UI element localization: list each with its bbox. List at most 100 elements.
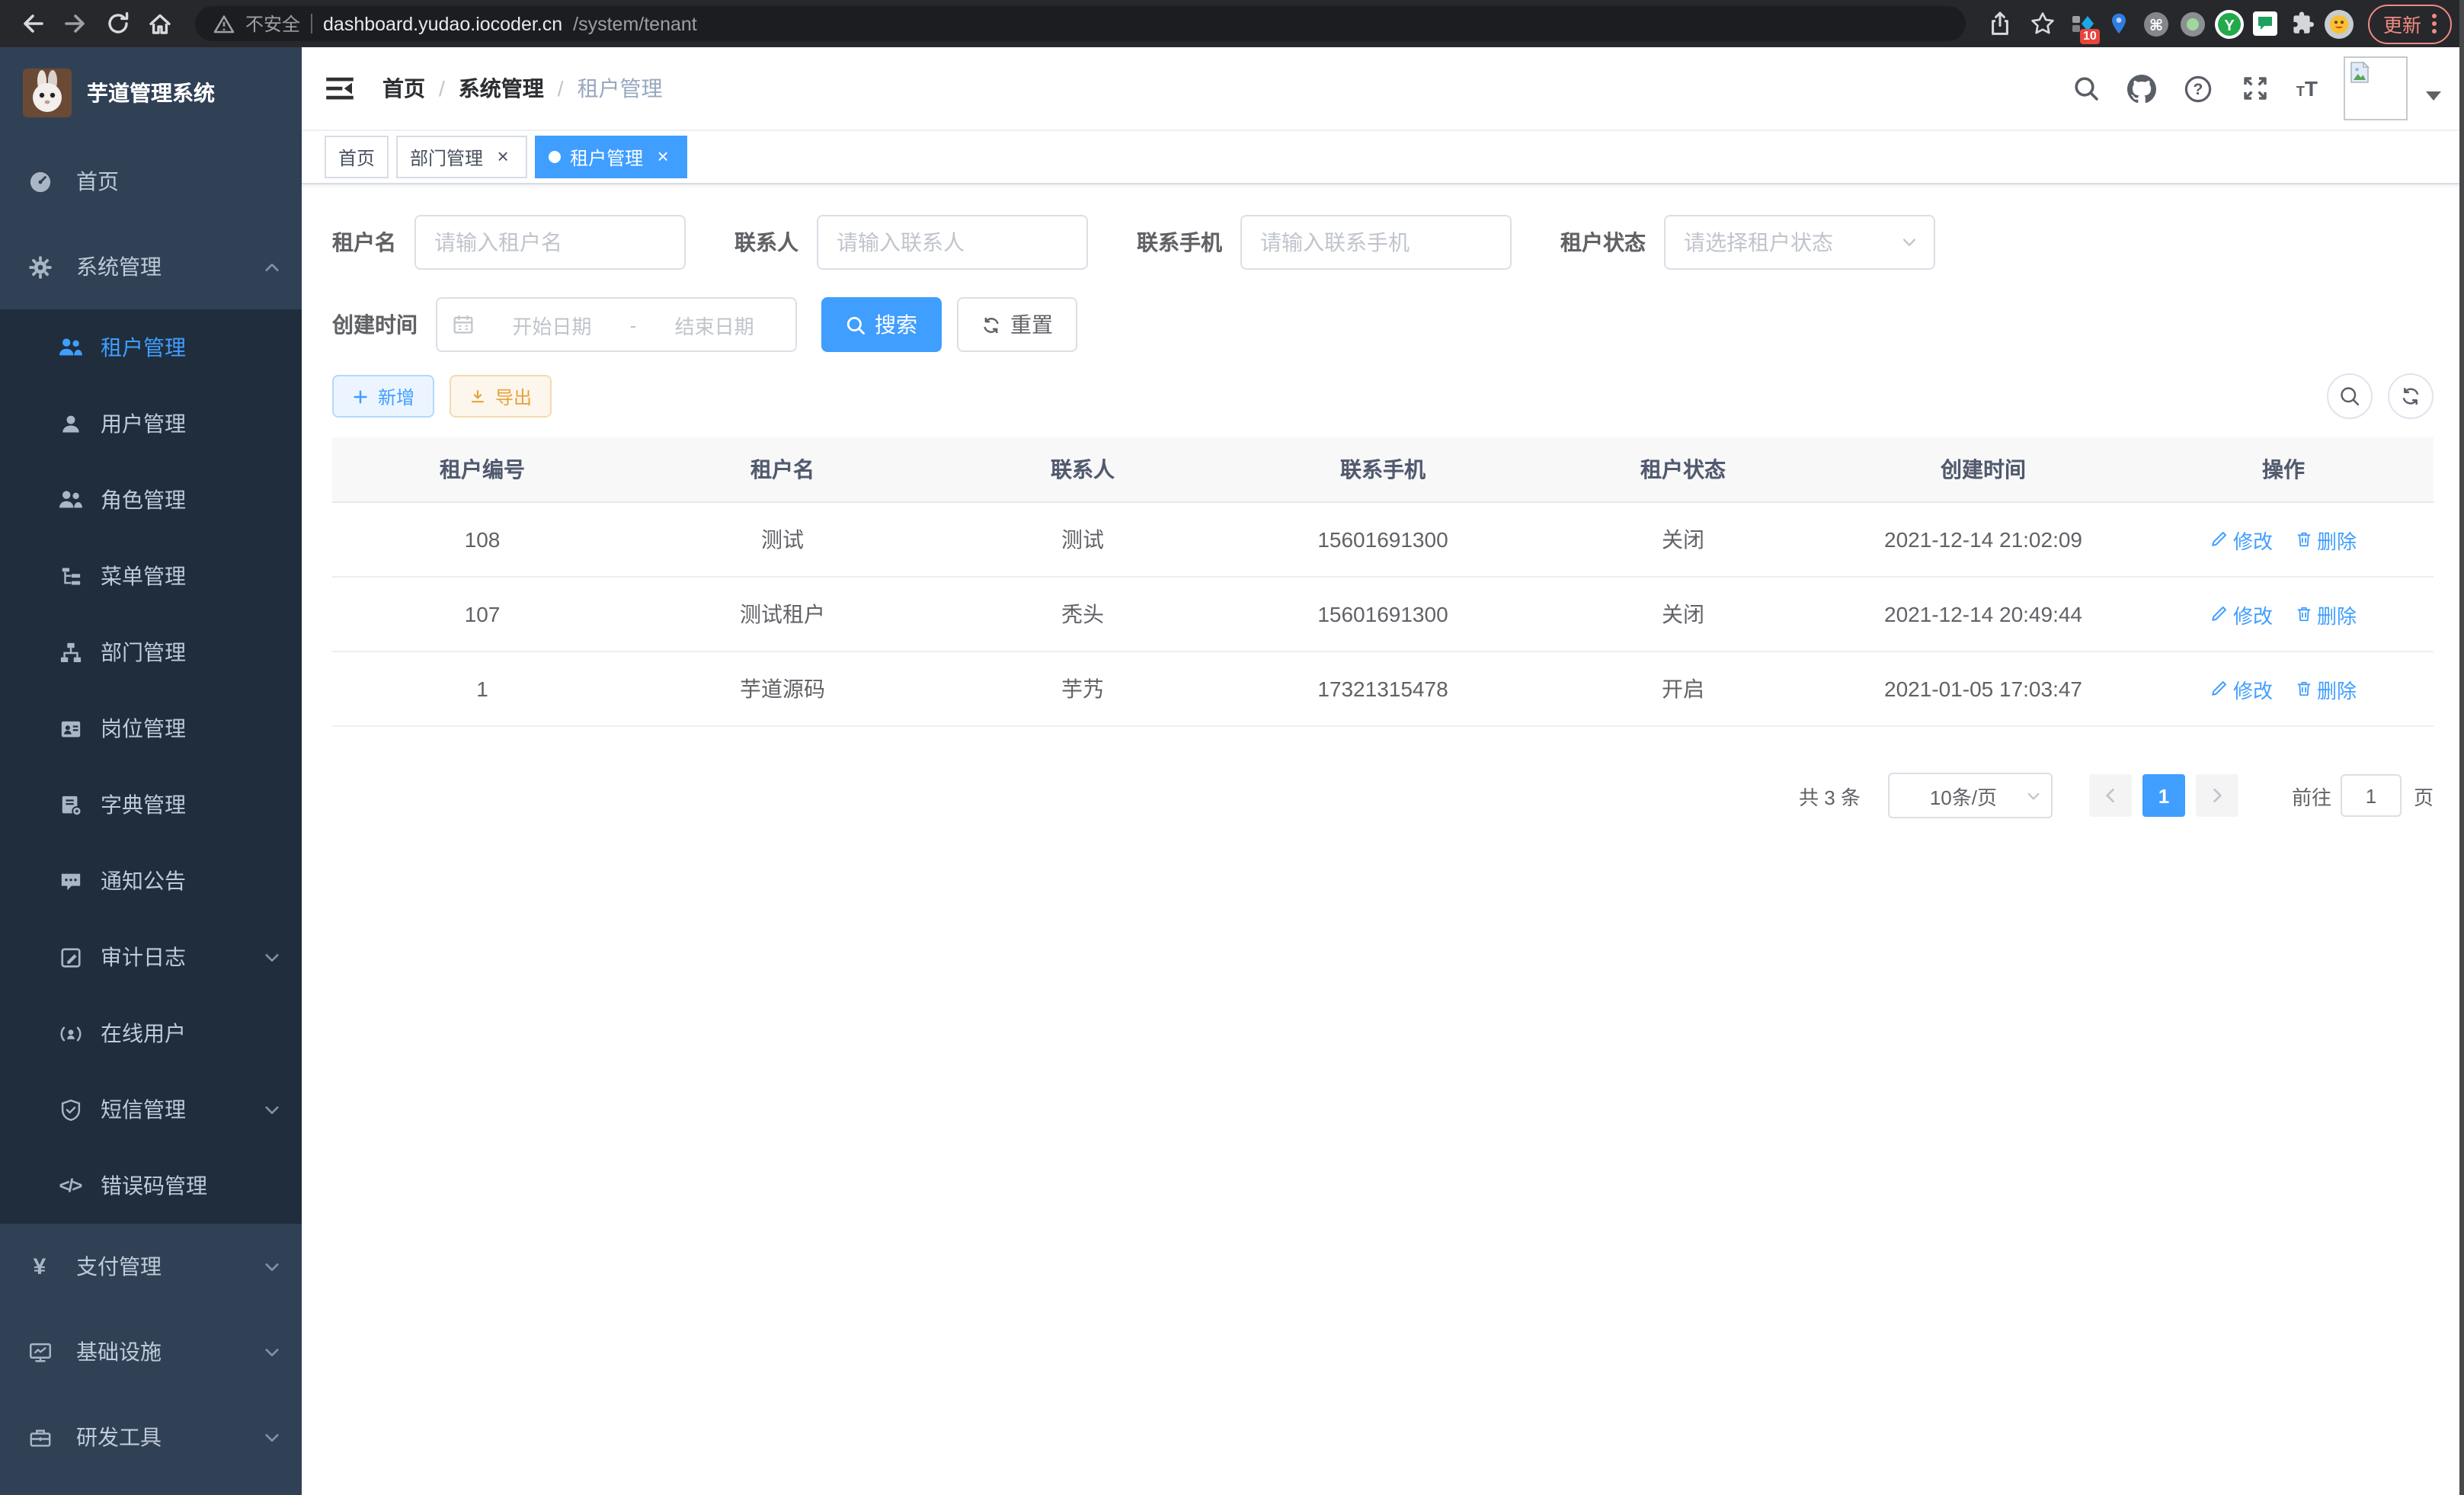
toolbox-icon bbox=[27, 1425, 52, 1449]
extension-y-icon[interactable]: Y bbox=[2213, 7, 2246, 40]
sidebar-item-role[interactable]: 角色管理 bbox=[0, 462, 302, 538]
breadcrumb: 首页 / 系统管理 / 租户管理 bbox=[382, 73, 663, 104]
sidebar: 芋道管理系统 首页 系统管理 bbox=[0, 47, 302, 1495]
goto-page-input[interactable] bbox=[2341, 774, 2402, 817]
sidebar-item-infra[interactable]: 基础设施 bbox=[0, 1309, 302, 1394]
tab-close-icon[interactable] bbox=[652, 146, 674, 168]
sidebar-item-home[interactable]: 首页 bbox=[0, 139, 302, 224]
browser-reload-button[interactable] bbox=[98, 4, 137, 43]
extensions-puzzle-icon[interactable] bbox=[2286, 7, 2319, 40]
cell-name: 测试租户 bbox=[632, 599, 933, 629]
reset-button-label: 重置 bbox=[1010, 309, 1053, 340]
toggle-search-button[interactable] bbox=[2327, 373, 2373, 419]
breadcrumb-system[interactable]: 系统管理 bbox=[459, 73, 544, 104]
edit-link[interactable]: 修改 bbox=[2210, 600, 2273, 629]
cell-mobile: 17321315478 bbox=[1233, 677, 1533, 701]
browser-back-button[interactable] bbox=[12, 4, 52, 43]
extension-recorder-icon[interactable] bbox=[2176, 7, 2210, 40]
breadcrumb-separator: / bbox=[439, 76, 445, 101]
address-bar[interactable]: 不安全 dashboard.yudao.iocoder.cn /system/t… bbox=[195, 6, 1966, 41]
sidebar-item-notice[interactable]: 通知公告 bbox=[0, 843, 302, 919]
sidebar-item-error-code[interactable]: </> 错误码管理 bbox=[0, 1148, 302, 1224]
page-size-select[interactable]: 10条/页 bbox=[1888, 773, 2053, 818]
sidebar-collapse-button[interactable] bbox=[325, 72, 358, 105]
extension-tabs-icon[interactable]: 10 bbox=[2066, 7, 2100, 40]
add-button[interactable]: 新增 bbox=[332, 375, 434, 418]
search-button[interactable]: 搜索 bbox=[821, 297, 942, 352]
sidebar-item-label: 角色管理 bbox=[101, 485, 186, 515]
sidebar-item-user[interactable]: 用户管理 bbox=[0, 386, 302, 462]
sidebar-item-label: 在线用户 bbox=[101, 1018, 186, 1048]
reset-button[interactable]: 重置 bbox=[957, 297, 1077, 352]
sidebar-item-menu[interactable]: 菜单管理 bbox=[0, 538, 302, 614]
prev-page-button[interactable] bbox=[2089, 774, 2132, 817]
sidebar-item-dept[interactable]: 部门管理 bbox=[0, 614, 302, 690]
chevron-down-icon bbox=[264, 1258, 280, 1275]
gear-icon bbox=[27, 255, 52, 279]
roles-icon bbox=[58, 488, 82, 512]
sidebar-item-sms[interactable]: 短信管理 bbox=[0, 1071, 302, 1148]
status-select-placeholder: 请选择租户状态 bbox=[1684, 227, 1900, 258]
browser-menu-icon[interactable] bbox=[2432, 14, 2437, 34]
svg-text:Y: Y bbox=[2224, 17, 2235, 34]
browser-home-button[interactable] bbox=[140, 4, 180, 43]
page-unit-label: 页 bbox=[2414, 781, 2434, 810]
page-number-button[interactable]: 1 bbox=[2142, 774, 2185, 817]
breadcrumb-separator: / bbox=[558, 76, 564, 101]
extension-pin-icon[interactable] bbox=[2103, 7, 2136, 40]
message-icon bbox=[58, 869, 82, 893]
help-icon[interactable]: ? bbox=[2184, 73, 2214, 104]
sidebar-item-online-user[interactable]: 在线用户 bbox=[0, 995, 302, 1071]
status-select[interactable]: 请选择租户状态 bbox=[1664, 215, 1935, 270]
header-search-icon[interactable] bbox=[2071, 73, 2101, 104]
sidebar-item-label: 基础设施 bbox=[76, 1337, 162, 1367]
tab-home[interactable]: 首页 bbox=[325, 136, 389, 178]
sidebar-item-post[interactable]: 岗位管理 bbox=[0, 690, 302, 767]
tenant-name-input[interactable] bbox=[414, 215, 686, 270]
mobile-input[interactable] bbox=[1240, 215, 1512, 270]
github-icon[interactable] bbox=[2127, 73, 2158, 104]
tab-dept[interactable]: 部门管理 bbox=[396, 136, 527, 178]
avatar-caret-icon[interactable] bbox=[2426, 91, 2441, 101]
not-secure-label: 不安全 bbox=[245, 11, 300, 37]
edit-link[interactable]: 修改 bbox=[2210, 525, 2273, 554]
extension-command-icon[interactable]: ⌘ bbox=[2139, 7, 2173, 40]
bookmark-star-button[interactable] bbox=[2024, 4, 2063, 43]
browser-forward-button[interactable] bbox=[55, 4, 94, 43]
sidebar-item-tenant[interactable]: 租户管理 bbox=[0, 309, 302, 386]
font-size-icon[interactable]: TT bbox=[2296, 76, 2318, 101]
profile-avatar-icon[interactable] bbox=[2322, 7, 2356, 40]
cell-name: 测试 bbox=[632, 524, 933, 555]
sidebar-item-system[interactable]: 系统管理 bbox=[0, 224, 302, 309]
share-button[interactable] bbox=[1981, 4, 2021, 43]
contact-input[interactable] bbox=[817, 215, 1088, 270]
col-header-mobile: 联系手机 bbox=[1233, 454, 1533, 485]
user-avatar[interactable] bbox=[2344, 56, 2408, 120]
browser-update-button[interactable]: 更新 bbox=[2368, 4, 2452, 43]
delete-link[interactable]: 删除 bbox=[2294, 525, 2357, 554]
tab-close-icon[interactable] bbox=[492, 146, 514, 168]
fullscreen-icon[interactable] bbox=[2240, 73, 2270, 104]
export-button[interactable]: 导出 bbox=[450, 375, 552, 418]
create-time-range-picker[interactable]: 开始日期 - 结束日期 bbox=[436, 297, 797, 352]
cell-id: 1 bbox=[332, 677, 632, 701]
extension-chat-icon[interactable] bbox=[2249, 7, 2283, 40]
refresh-table-button[interactable] bbox=[2388, 373, 2434, 419]
tab-tenant[interactable]: 租户管理 bbox=[535, 136, 687, 178]
sidebar-item-label: 岗位管理 bbox=[101, 713, 186, 744]
sidebar-item-dev-tools[interactable]: 研发工具 bbox=[0, 1394, 302, 1480]
delete-link[interactable]: 删除 bbox=[2294, 600, 2357, 629]
sidebar-item-pay[interactable]: ¥ 支付管理 bbox=[0, 1224, 302, 1309]
sidebar-item-audit-log[interactable]: 审计日志 bbox=[0, 919, 302, 995]
sidebar-item-label: 通知公告 bbox=[101, 866, 186, 896]
contact-label: 联系人 bbox=[734, 227, 798, 258]
edit-link[interactable]: 修改 bbox=[2210, 674, 2273, 703]
app-logo[interactable]: 芋道管理系统 bbox=[0, 50, 302, 136]
next-page-button[interactable] bbox=[2196, 774, 2238, 817]
cell-contact: 芋艿 bbox=[933, 674, 1233, 704]
sidebar-item-dict[interactable]: 字典管理 bbox=[0, 767, 302, 843]
delete-link[interactable]: 删除 bbox=[2294, 674, 2357, 703]
add-button-label: 新增 bbox=[378, 383, 414, 409]
breadcrumb-home[interactable]: 首页 bbox=[382, 73, 425, 104]
cell-mobile: 15601691300 bbox=[1233, 527, 1533, 552]
